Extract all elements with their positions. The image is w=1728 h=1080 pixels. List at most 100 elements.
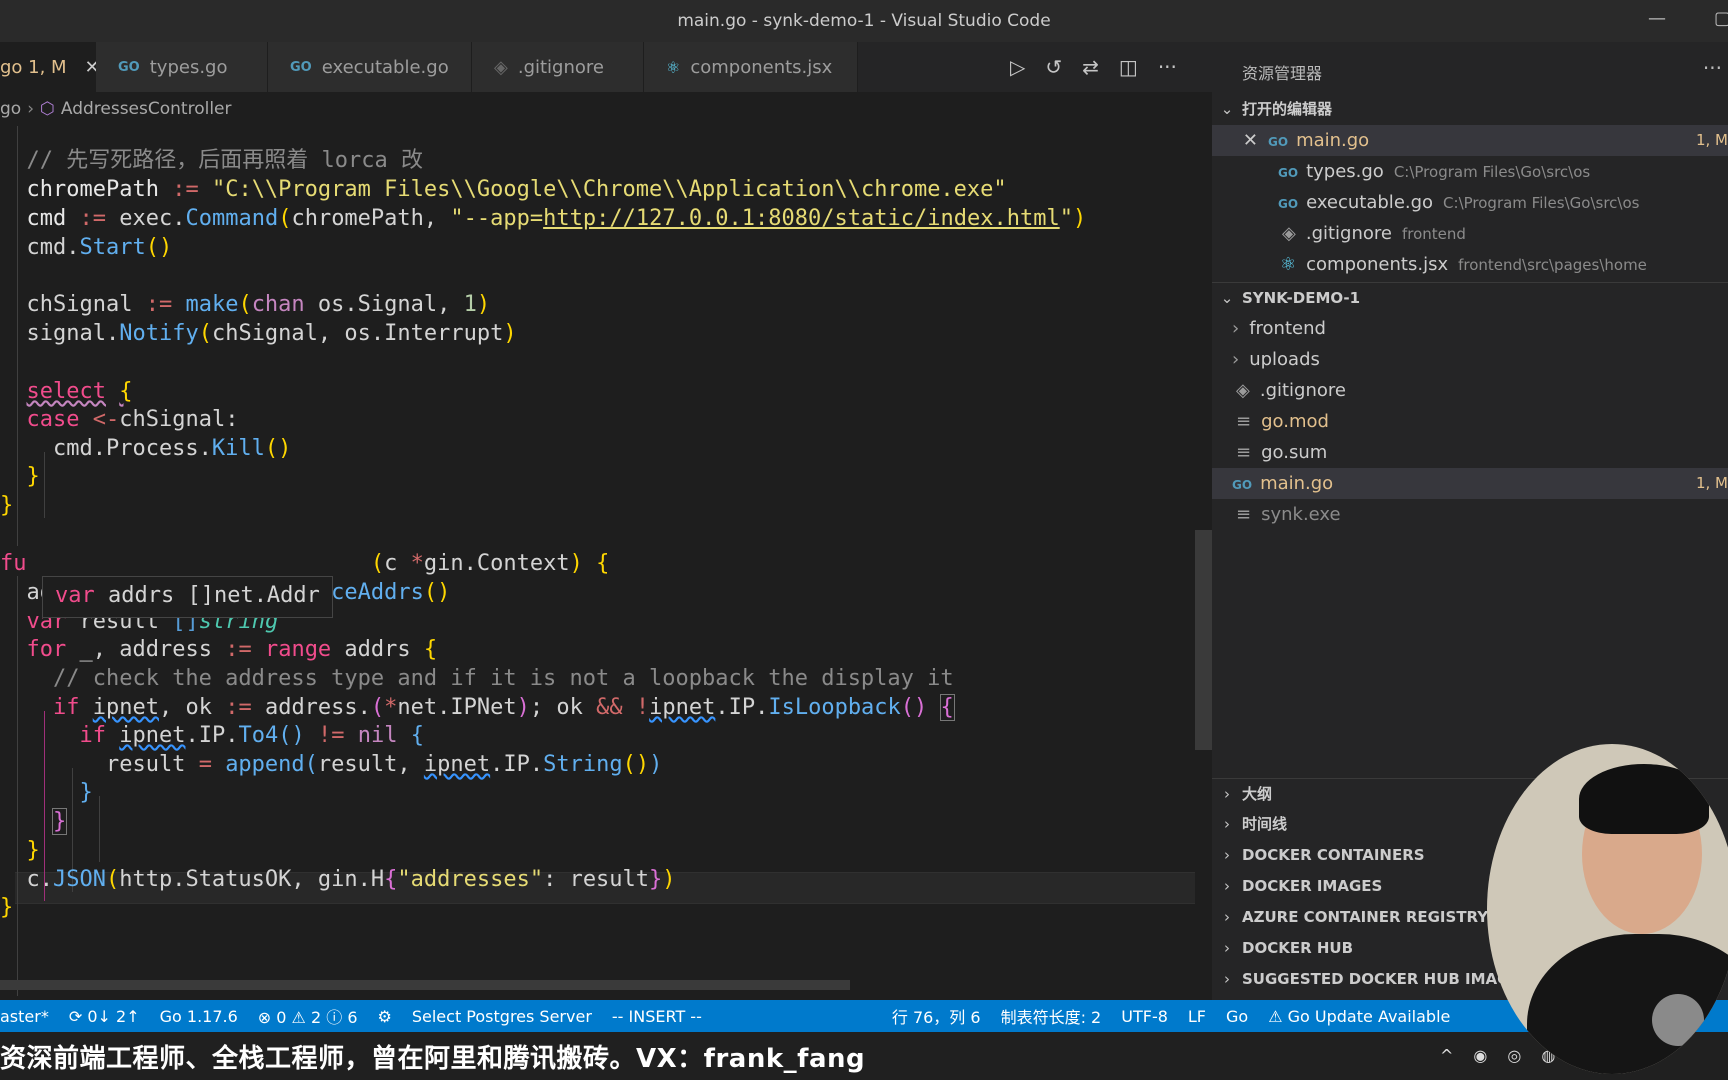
go-version[interactable]: Go 1.17.6 xyxy=(160,1007,238,1026)
close-icon[interactable]: ✕ xyxy=(1212,125,1258,156)
chevron-right-icon: › xyxy=(27,99,35,119)
open-editors-header[interactable]: ⌄ 打开的编辑器 xyxy=(1212,94,1728,125)
section-label: AZURE CONTAINER REGISTRY xyxy=(1242,908,1489,926)
symbol-class-icon: ⬡ xyxy=(40,99,55,119)
section-label: 时间线 xyxy=(1242,815,1288,833)
file-item[interactable]: ≡ go.mod xyxy=(1212,406,1728,437)
section-label: DOCKER IMAGES xyxy=(1242,877,1383,895)
breadcrumb-file[interactable]: go xyxy=(0,99,21,119)
file-path: frontend xyxy=(1401,225,1466,243)
minimize-icon[interactable]: — xyxy=(1648,8,1666,29)
run-icon[interactable]: ▷ xyxy=(1010,55,1025,79)
chevron-right-icon: › xyxy=(1224,846,1230,864)
breadcrumb: go › ⬡ AddressesController xyxy=(0,92,1212,126)
code-line: case <-chSignal: xyxy=(26,407,239,432)
chevron-right-icon: › xyxy=(1232,318,1240,339)
folder-item[interactable]: › uploads xyxy=(1212,344,1728,375)
code-editor[interactable]: // 先写死路径，后面再照着 lorca 改 chromePath := "C:… xyxy=(0,126,1195,1001)
branch-indicator[interactable]: aster* xyxy=(0,1007,49,1026)
tab-gitignore[interactable]: ◈ .gitignore xyxy=(472,42,644,92)
history-icon[interactable]: ↺ xyxy=(1045,55,1062,79)
hover-tooltip: var addrs []net.Addr xyxy=(42,576,333,618)
problem-badge: 1, M xyxy=(1695,131,1728,149)
git-file-icon: ◈ xyxy=(1236,380,1250,401)
split-editor-icon[interactable]: ◫ xyxy=(1119,55,1138,79)
file-name: go.mod xyxy=(1261,411,1329,432)
file-item-selected[interactable]: GO main.go 1, M xyxy=(1212,468,1728,499)
file-name: executable.go xyxy=(1306,192,1434,213)
section-label: SYNK-DEMO-1 xyxy=(1242,289,1361,307)
more-actions-icon[interactable]: ··· xyxy=(1158,55,1177,79)
open-editor-item[interactable]: ✕ GO main.go 1, M xyxy=(1212,125,1728,156)
code-line: fu (c *gin.Context) { xyxy=(0,551,610,576)
tab-label: .gitignore xyxy=(517,56,604,78)
vertical-scrollbar[interactable] xyxy=(1195,530,1212,750)
chevron-right-icon: › xyxy=(1224,970,1230,988)
open-editor-item[interactable]: GO executable.go C:\Program Files\Go\src\o… xyxy=(1212,187,1728,218)
chevron-down-icon: ⌄ xyxy=(1220,100,1234,118)
tray-chevron-icon[interactable]: ^ xyxy=(1440,1046,1453,1065)
microphone-icon xyxy=(1652,994,1704,1046)
file-name: types.go xyxy=(1306,161,1384,182)
tab-label: types.go xyxy=(149,56,228,78)
debug-icon[interactable]: ⚙ xyxy=(378,1007,392,1026)
section-label: DOCKER HUB xyxy=(1242,939,1354,957)
file-name: uploads xyxy=(1249,349,1320,370)
encoding[interactable]: UTF-8 xyxy=(1121,1007,1168,1026)
file-item[interactable]: ≡ go.sum xyxy=(1212,437,1728,468)
file-path: frontend\src\pages\home xyxy=(1458,256,1647,274)
code-line: } xyxy=(0,895,14,920)
section-label: 大纲 xyxy=(1242,785,1273,803)
open-editor-item[interactable]: ⚛ components.jsx frontend\src\pages\home xyxy=(1212,249,1728,280)
file-name: .gitignore xyxy=(1259,380,1346,401)
file-path: C:\Program Files\Go\src\os xyxy=(1443,194,1640,212)
eol[interactable]: LF xyxy=(1188,1007,1206,1026)
tray-app-icon[interactable]: ◉ xyxy=(1473,1046,1487,1065)
sync-indicator[interactable]: ⟳ 0↓ 2↑ xyxy=(69,1007,140,1026)
code-line: // check the address type and if it is n… xyxy=(52,666,954,691)
hover-keyword: var xyxy=(55,583,95,608)
tab-label: executable.go xyxy=(321,56,449,78)
tab-components-jsx[interactable]: ⚛ components.jsx xyxy=(644,42,858,92)
open-editor-item[interactable]: ◈ .gitignore frontend xyxy=(1212,218,1728,249)
file-name: main.go xyxy=(1296,130,1370,151)
more-actions-icon[interactable]: ··· xyxy=(1703,56,1722,80)
title-bar: main.go - synk-demo-1 - Visual Studio Co… xyxy=(0,0,1728,42)
tray-app-icon[interactable]: ◎ xyxy=(1507,1046,1521,1065)
compare-icon[interactable]: ⇄ xyxy=(1082,55,1099,79)
go-file-icon: GO xyxy=(1278,197,1299,211)
tab-main-go[interactable]: go 1, M ✕ xyxy=(0,42,100,92)
file-item[interactable]: ≡ synk.exe xyxy=(1212,499,1728,530)
code-line: } xyxy=(26,838,40,863)
problems-indicator[interactable]: ⊗ 0 ⚠ 2 ⓘ 6 xyxy=(258,1004,358,1028)
code-line: result = append(result, ipnet.IP.String(… xyxy=(0,752,663,777)
cursor-position[interactable]: 行 76，列 6 xyxy=(892,1004,981,1028)
project-header[interactable]: ⌄ SYNK-DEMO-1 xyxy=(1212,282,1728,314)
file-name: main.go xyxy=(1260,473,1334,494)
tab-executable-go[interactable]: GO executable.go xyxy=(268,42,472,92)
chevron-right-icon: › xyxy=(1224,939,1230,957)
sync-counts: 0↓ 2↑ xyxy=(87,1006,140,1026)
section-label: DOCKER CONTAINERS xyxy=(1242,846,1425,864)
file-item[interactable]: ◈ .gitignore xyxy=(1212,375,1728,406)
maximize-icon[interactable]: ▢ xyxy=(1714,8,1728,29)
code-line: chSignal := make(chan os.Signal, 1) xyxy=(0,292,491,317)
breadcrumb-symbol[interactable]: AddressesController xyxy=(61,99,232,119)
chevron-right-icon: › xyxy=(1224,815,1230,833)
postgres-selector[interactable]: Select Postgres Server xyxy=(412,1007,592,1026)
chevron-right-icon: › xyxy=(1224,785,1230,803)
code-line: signal.Notify(chSignal, os.Interrupt) xyxy=(0,321,517,346)
go-update-notice[interactable]: ⚠ Go Update Available xyxy=(1268,1007,1450,1026)
file-path: C:\Program Files\Go\src\os xyxy=(1393,163,1591,181)
horizontal-scrollbar[interactable] xyxy=(0,980,850,990)
language-mode[interactable]: Go xyxy=(1226,1007,1248,1026)
go-file-icon: GO xyxy=(118,59,140,75)
folder-item[interactable]: › frontend xyxy=(1212,313,1728,344)
section-label: SUGGESTED DOCKER HUB IMAGES xyxy=(1242,970,1531,988)
code-line: if ipnet.IP.To4() != nil { xyxy=(79,723,424,748)
code-line: for _, address := range addrs { xyxy=(26,637,438,662)
open-editor-item[interactable]: GO types.go C:\Program Files\Go\src\os xyxy=(1212,156,1728,187)
tab-types-go[interactable]: GO types.go xyxy=(96,42,268,92)
tab-size[interactable]: 制表符长度: 2 xyxy=(1001,1004,1102,1028)
go-file-icon: GO xyxy=(1232,478,1253,492)
